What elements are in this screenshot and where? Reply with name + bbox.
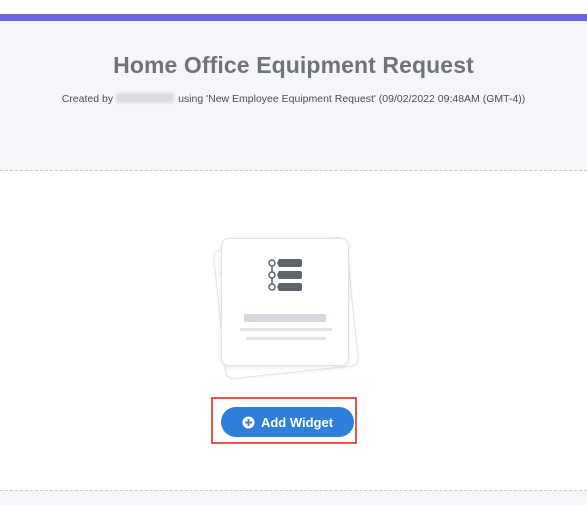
- add-widget-button[interactable]: Add Widget: [221, 407, 354, 437]
- add-widget-label: Add Widget: [260, 414, 334, 430]
- placeholder-title-line: [244, 314, 326, 322]
- created-by-prefix: Created by: [61, 93, 114, 105]
- creator-name-redacted: [116, 93, 175, 103]
- list-icon: [268, 259, 302, 291]
- page: Home Office Equipment Request Created by…: [0, 0, 587, 505]
- placeholder-text-line: [240, 328, 332, 331]
- page-title: Home Office Equipment Request: [113, 52, 474, 78]
- accent-bar: [0, 14, 587, 21]
- plus-circle-icon: [242, 415, 255, 429]
- created-by-suffix: using 'New Employee Equipment Request' (…: [178, 93, 526, 105]
- top-margin: [0, 0, 587, 14]
- next-section-strip: [0, 490, 587, 505]
- widget-placeholder-card: [221, 238, 349, 366]
- placeholder-text-line: [246, 337, 326, 340]
- created-by-line: Created by using 'New Employee Equipment …: [0, 93, 587, 105]
